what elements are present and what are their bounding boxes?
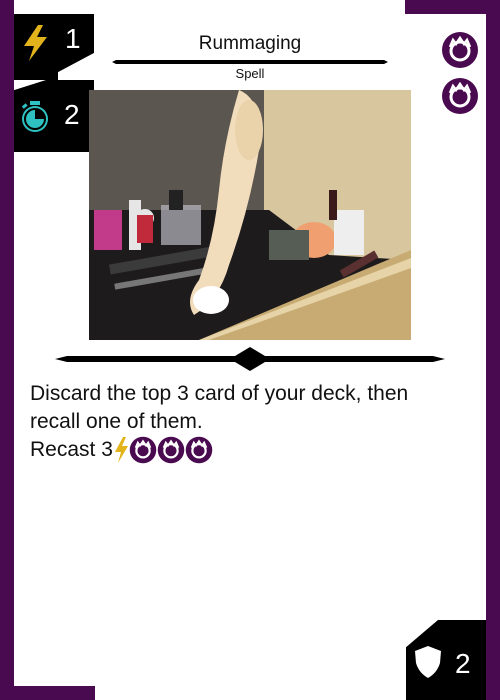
time-cost-value: 2 <box>64 99 80 130</box>
cost-pips <box>441 31 479 117</box>
lightning-bolt-icon <box>114 437 128 464</box>
frame-strip <box>0 686 95 700</box>
flame-ring-icon <box>185 437 213 464</box>
shield-icon <box>415 646 441 678</box>
art-illustration <box>89 90 411 340</box>
frame-strip <box>405 0 500 14</box>
card-title: Rummaging <box>198 33 302 54</box>
recast-line: Recast 3 <box>30 436 470 464</box>
flame-ring-icon <box>442 78 478 114</box>
title-rule <box>112 60 388 64</box>
card-type: Spell <box>235 66 265 81</box>
rules-line: Discard the top 3 card of your deck, the… <box>30 382 409 405</box>
energy-cost-value: 1 <box>65 23 81 54</box>
flame-ring-icon <box>442 32 478 68</box>
recast-label: Recast 3 <box>30 438 113 461</box>
lightning-bolt-icon <box>24 25 47 61</box>
card-art <box>89 90 411 340</box>
defense-value: 2 <box>455 648 471 679</box>
stopwatch-icon <box>21 101 48 132</box>
flame-ring-icon <box>157 437 185 464</box>
text-divider <box>55 347 445 371</box>
rules-line: recall one of them. <box>30 410 203 433</box>
rules-text: Discard the top 3 card of your deck, the… <box>30 380 470 464</box>
flame-ring-icon <box>129 437 157 464</box>
